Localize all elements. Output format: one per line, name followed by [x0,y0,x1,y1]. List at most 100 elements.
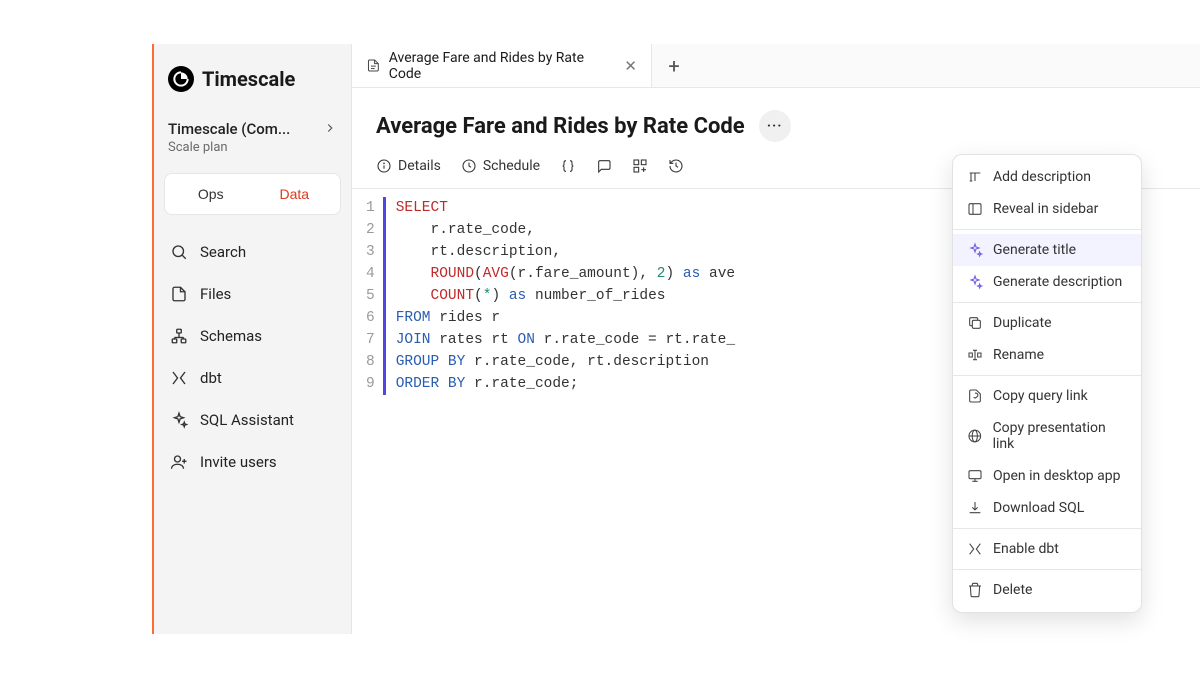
menu-delete[interactable]: Delete [953,574,1141,606]
menu-enable-dbt[interactable]: Enable dbt [953,533,1141,565]
trash-icon [967,582,983,598]
toolbar-details-label: Details [398,158,441,174]
menu-open-desktop[interactable]: Open in desktop app [953,460,1141,492]
text-icon [967,169,983,185]
sidebar-item-label: Files [200,285,231,303]
sidebar-item-invite-users[interactable]: Invite users [160,441,345,483]
sql-code: SELECT r.rate_code, rt.description, ROUN… [396,197,735,395]
sidebar-item-label: Search [200,243,246,261]
line-number-gutter: 123456789 [352,197,383,395]
sidebar-item-schemas[interactable]: Schemas [160,315,345,357]
file-icon [366,58,381,73]
dbt-icon [170,369,188,387]
sidebar-item-search[interactable]: Search [160,231,345,273]
sidebar-nav: Search Files Schemas dbt SQL Assistant I… [154,227,351,487]
menu-duplicate[interactable]: Duplicate [953,307,1141,339]
toolbar-add-panel[interactable] [632,158,648,174]
menu-copy-presentation-link[interactable]: Copy presentation link [953,412,1141,460]
toolbar-schedule-label: Schedule [483,158,540,174]
menu-divider [953,569,1141,570]
close-icon[interactable]: ✕ [624,57,637,75]
menu-label: Duplicate [993,315,1052,331]
toggle-ops[interactable]: Ops [169,178,253,210]
menu-divider [953,302,1141,303]
workspace-plan: Scale plan [168,140,337,155]
main-area: Average Fare and Rides by Rate Code ✕ + … [352,44,1200,634]
menu-add-description[interactable]: Add description [953,161,1141,193]
sidebar-icon [967,201,983,217]
menu-label: Copy presentation link [993,420,1127,452]
menu-label: Open in desktop app [993,468,1120,484]
toolbar-details[interactable]: Details [376,158,441,174]
chevron-right-icon [323,120,337,139]
menu-divider [953,375,1141,376]
search-icon [170,243,188,261]
dbt-icon [967,541,983,557]
context-menu: Add description Reveal in sidebar Genera… [952,154,1142,613]
clock-icon [461,158,477,174]
menu-label: Copy query link [993,388,1088,404]
document-header: Average Fare and Rides by Rate Code ··· [352,88,1200,152]
menu-label: Generate title [993,242,1076,258]
menu-generate-title[interactable]: Generate title [953,234,1141,266]
menu-label: Add description [993,169,1091,185]
toolbar-schedule[interactable]: Schedule [461,158,540,174]
sidebar-item-label: dbt [200,369,222,387]
sparkle-icon [967,274,983,290]
more-actions-button[interactable]: ··· [759,110,791,142]
menu-label: Generate description [993,274,1122,290]
document-title: Average Fare and Rides by Rate Code [376,114,745,139]
sparkle-icon [967,242,983,258]
menu-divider [953,229,1141,230]
menu-label: Reveal in sidebar [993,201,1098,217]
toolbar-braces[interactable] [560,158,576,174]
sidebar-item-label: Invite users [200,453,277,471]
sidebar-item-sql-assistant[interactable]: SQL Assistant [160,399,345,441]
document-tab-title: Average Fare and Rides by Rate Code [389,50,617,82]
globe-icon [967,428,983,444]
toggle-data[interactable]: Data [253,178,337,210]
download-icon [967,500,983,516]
desktop-icon [967,468,983,484]
sidebar-item-files[interactable]: Files [160,273,345,315]
menu-rename[interactable]: Rename [953,339,1141,371]
menu-copy-query-link[interactable]: Copy query link [953,380,1141,412]
menu-label: Rename [993,347,1044,363]
schema-icon [170,327,188,345]
menu-divider [953,528,1141,529]
menu-download-sql[interactable]: Download SQL [953,492,1141,524]
file-icon [170,285,188,303]
menu-label: Enable dbt [993,541,1059,557]
ops-data-toggle: Ops Data [164,173,341,215]
sidebar-item-label: SQL Assistant [200,411,294,429]
document-tab[interactable]: Average Fare and Rides by Rate Code ✕ [352,44,652,87]
brand-name: Timescale [202,67,295,91]
tab-strip: Average Fare and Rides by Rate Code ✕ + [352,44,1200,88]
menu-reveal-in-sidebar[interactable]: Reveal in sidebar [953,193,1141,225]
sparkle-icon [170,411,188,429]
info-icon [376,158,392,174]
workspace-name: Timescale (Com... [168,120,318,138]
add-panel-icon [632,158,648,174]
link-icon [967,388,983,404]
sidebar: Timescale Timescale (Com... Scale plan O… [154,44,352,634]
duplicate-icon [967,315,983,331]
sidebar-item-dbt[interactable]: dbt [160,357,345,399]
toolbar-comment[interactable] [596,158,612,174]
app-frame: Timescale Timescale (Com... Scale plan O… [152,44,1200,634]
comment-icon [596,158,612,174]
sidebar-item-label: Schemas [200,327,262,345]
menu-label: Delete [993,582,1032,598]
toolbar-history[interactable] [668,158,684,174]
logo-icon [168,66,194,92]
menu-label: Download SQL [993,500,1084,516]
braces-icon [560,158,576,174]
rename-icon [967,347,983,363]
history-icon [668,158,684,174]
menu-generate-description[interactable]: Generate description [953,266,1141,298]
new-tab-button[interactable]: + [652,44,696,87]
cursor-indicator [383,197,386,395]
invite-icon [170,453,188,471]
workspace-picker[interactable]: Timescale (Com... Scale plan [154,110,351,169]
brand-logo: Timescale [154,44,351,110]
